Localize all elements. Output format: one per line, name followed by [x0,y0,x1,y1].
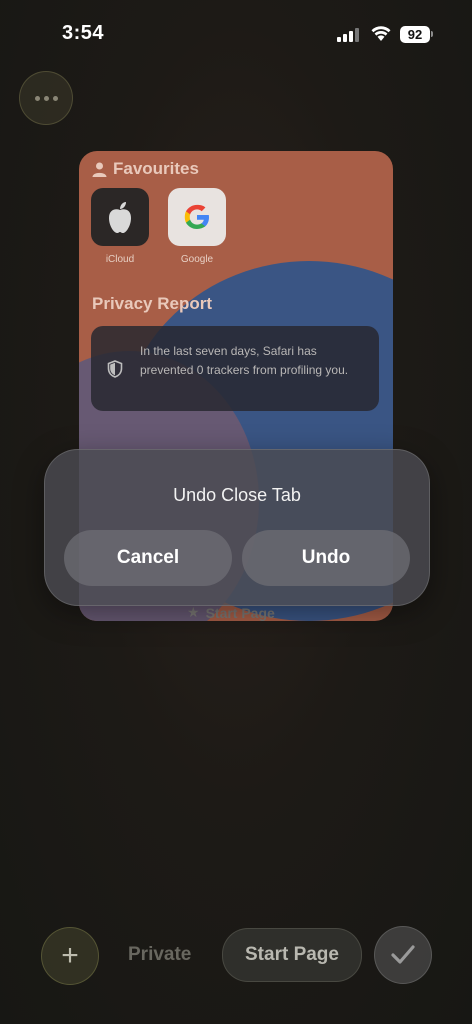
privacy-report-box[interactable]: In the last seven days, Safari has preve… [91,326,379,411]
done-button[interactable] [374,926,432,984]
favourite-google[interactable] [168,188,226,246]
undo-button[interactable]: Undo [242,530,410,586]
private-tab-group[interactable]: Private [128,944,191,966]
new-tab-button[interactable]: + [41,927,99,985]
privacy-report-title: Privacy Report [92,294,212,313]
google-icon [184,204,209,229]
dialog-title: Undo Close Tab [173,485,301,505]
favourites-header: Favourites [92,159,199,179]
favourite-label: Google [180,254,214,265]
tab-caption-label: Start Page [205,604,275,621]
start-page-tab-group[interactable]: Start Page [222,928,362,982]
tab-caption: ★ Start Page [187,604,275,621]
privacy-report-text: In the last seven days, Safari has preve… [140,344,349,377]
cancel-button[interactable]: Cancel [64,530,232,586]
dot-icon [52,95,58,101]
apple-icon [109,202,131,233]
shield-icon [107,360,123,378]
battery-indicator: 92 [400,26,430,43]
favourite-icloud[interactable] [91,188,149,246]
dot-icon [43,95,49,101]
dot-icon [34,95,40,101]
more-options-button[interactable] [19,71,73,125]
status-time: 3:54 [62,22,105,44]
cellular-signal-icon [337,28,359,42]
person-icon [92,162,107,177]
favourites-title: Favourites [113,159,199,178]
undo-close-tab-dialog: Undo Close Tab Cancel Undo [44,449,430,606]
star-icon: ★ [187,604,200,620]
checkmark-icon [391,945,415,964]
wifi-icon [371,26,391,41]
favourite-label: iCloud [105,254,135,265]
battery-tip [431,31,433,37]
